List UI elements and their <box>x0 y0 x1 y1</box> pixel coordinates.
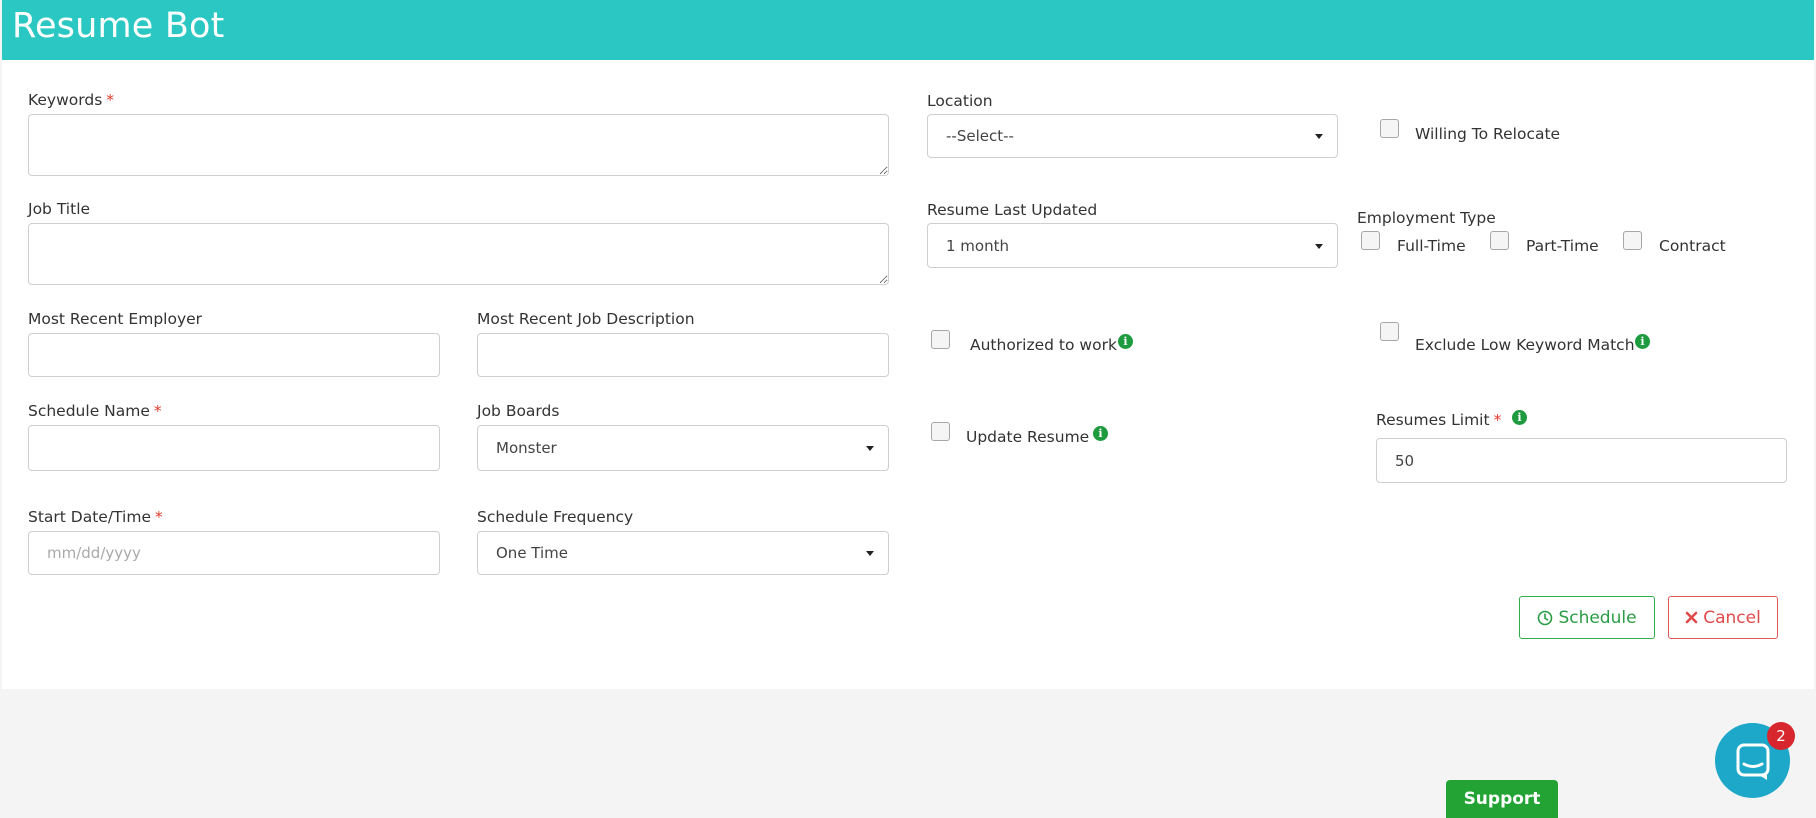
schedule-frequency-label: Schedule Frequency <box>477 508 634 526</box>
keywords-textarea[interactable] <box>28 114 889 176</box>
cancel-button[interactable]: Cancel <box>1668 596 1778 639</box>
recent-employer-label: Most Recent Employer <box>28 310 203 328</box>
close-icon <box>1685 611 1698 624</box>
willing-to-relocate-label: Willing To Relocate <box>1415 125 1561 143</box>
willing-to-relocate-checkbox[interactable] <box>1380 119 1399 138</box>
schedule-button[interactable]: Schedule <box>1519 596 1655 639</box>
resumes-limit-input[interactable] <box>1376 438 1787 483</box>
job-title-label: Job Title <box>28 200 91 218</box>
resume-last-updated-value: 1 month <box>946 236 1009 255</box>
start-date-label: Start Date/Time * <box>28 508 163 526</box>
required-marker: * <box>106 91 115 109</box>
contract-label: Contract <box>1659 237 1726 255</box>
part-time-checkbox[interactable] <box>1490 231 1509 250</box>
clock-icon <box>1537 610 1553 626</box>
full-time-label: Full-Time <box>1397 237 1466 255</box>
authorized-to-work-checkbox[interactable] <box>931 330 950 349</box>
schedule-name-input[interactable] <box>28 425 440 471</box>
info-icon[interactable]: i <box>1118 334 1133 349</box>
schedule-name-label: Schedule Name * <box>28 402 162 420</box>
exclude-low-keyword-match-label: Exclude Low Keyword Match <box>1415 336 1635 354</box>
resumes-limit-label: Resumes Limit * <box>1376 411 1502 429</box>
job-boards-select[interactable]: Monster <box>477 425 889 471</box>
recent-job-description-input[interactable] <box>477 333 889 377</box>
required-marker: * <box>153 402 162 420</box>
cancel-button-label: Cancel <box>1703 607 1761 628</box>
caret-down-icon <box>1315 134 1323 139</box>
location-select[interactable]: --Select-- <box>927 114 1338 158</box>
notification-badge: 2 <box>1767 722 1795 750</box>
caret-down-icon <box>866 551 874 556</box>
full-time-checkbox[interactable] <box>1361 231 1380 250</box>
resume-last-updated-label: Resume Last Updated <box>927 201 1098 219</box>
recent-job-description-label: Most Recent Job Description <box>477 310 695 328</box>
required-marker: * <box>155 508 163 526</box>
info-icon[interactable]: i <box>1512 410 1527 425</box>
support-button[interactable]: Support <box>1446 780 1558 818</box>
caret-down-icon <box>866 446 874 451</box>
required-marker: * <box>1493 411 1502 429</box>
job-boards-value: Monster <box>496 439 557 457</box>
part-time-label: Part-Time <box>1526 237 1599 255</box>
schedule-frequency-select[interactable]: One Time <box>477 531 889 575</box>
resume-last-updated-select[interactable]: 1 month <box>927 223 1338 268</box>
location-value: --Select-- <box>946 127 1014 145</box>
info-icon[interactable]: i <box>1093 426 1108 441</box>
job-title-textarea[interactable] <box>28 223 889 285</box>
contract-checkbox[interactable] <box>1623 231 1642 250</box>
start-date-input[interactable] <box>28 531 440 575</box>
keywords-label: Keywords * <box>28 91 115 109</box>
info-icon[interactable]: i <box>1635 334 1650 349</box>
update-resume-checkbox[interactable] <box>931 422 950 441</box>
employment-type-label: Employment Type <box>1357 209 1496 227</box>
authorized-to-work-label: Authorized to work <box>970 336 1117 354</box>
exclude-low-keyword-match-checkbox[interactable] <box>1380 322 1399 341</box>
schedule-frequency-value: One Time <box>496 544 569 562</box>
location-label: Location <box>927 92 993 110</box>
caret-down-icon <box>1315 243 1323 249</box>
job-boards-label: Job Boards <box>477 402 560 420</box>
recent-employer-input[interactable] <box>28 333 440 377</box>
update-resume-label: Update Resume <box>966 428 1090 446</box>
page-title: Resume Bot <box>12 6 225 46</box>
schedule-button-label: Schedule <box>1558 607 1637 628</box>
page-header: Resume Bot <box>2 0 1814 60</box>
